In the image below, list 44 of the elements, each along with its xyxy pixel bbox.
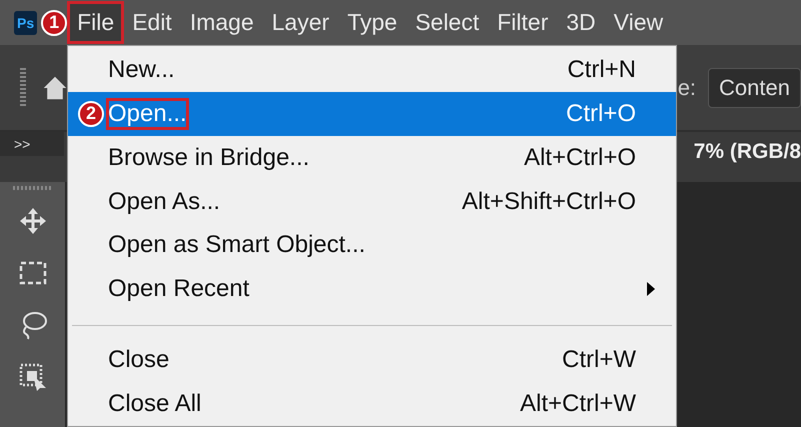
menu-option[interactable]: New... Ctrl+N xyxy=(68,48,676,92)
menu-item[interactable]: 3D xyxy=(558,3,604,42)
option-label: New... xyxy=(108,56,175,84)
move-icon[interactable] xyxy=(18,206,48,236)
shortcut-text: Alt+Shift+Ctrl+O xyxy=(462,188,636,216)
home-icon[interactable] xyxy=(42,74,68,100)
shortcut-text: Ctrl+N xyxy=(567,56,636,84)
menu-item[interactable]: File xyxy=(69,3,122,42)
menu-item[interactable]: Image xyxy=(182,3,262,42)
shortcut-text: Alt+Ctrl+O xyxy=(524,144,636,172)
shortcut-text: Ctrl+W xyxy=(562,346,636,374)
object-select-icon[interactable] xyxy=(18,362,48,392)
option-label: e: xyxy=(678,74,696,100)
document-tab[interactable]: 7% (RGB/8 xyxy=(694,140,801,164)
shortcut-text: Alt+Ctrl+W xyxy=(520,390,636,418)
option-field[interactable]: Conten xyxy=(708,68,801,108)
menu-option[interactable]: 2 Open... Ctrl+O xyxy=(68,92,676,136)
menu-option[interactable]: Browse in Bridge... Alt+Ctrl+O xyxy=(68,136,676,180)
option-label: Open as Smart Object... xyxy=(108,231,366,260)
step-number: 1 xyxy=(41,10,68,36)
menu-item[interactable]: Filter xyxy=(489,3,556,42)
menu-item[interactable]: View xyxy=(606,3,672,42)
menu-option[interactable]: Open as Smart Object... xyxy=(68,224,676,268)
option-label: Open Recent xyxy=(108,275,250,304)
option-label: Browse in Bridge... xyxy=(108,144,310,172)
menu-option[interactable]: Open Recent xyxy=(68,267,676,312)
shortcut-text: Ctrl+O xyxy=(566,100,636,128)
submenu-arrow-icon xyxy=(646,282,656,296)
menu-item[interactable]: Type xyxy=(339,3,406,42)
menu-item[interactable]: Edit xyxy=(124,3,180,42)
option-label: Open As... xyxy=(108,188,220,216)
menu-option[interactable]: Close All Alt+Ctrl+W xyxy=(68,382,676,426)
menu-item[interactable]: Select xyxy=(407,3,488,42)
menu-item[interactable]: Layer xyxy=(264,3,338,42)
panel-toggle[interactable]: >> xyxy=(0,132,64,156)
menu-option[interactable]: Close Ctrl+W xyxy=(68,338,676,382)
option-label: Close xyxy=(108,346,170,374)
option-label: Open... xyxy=(108,100,187,128)
grip-icon xyxy=(12,186,52,190)
menu-option[interactable]: Open As... Alt+Shift+Ctrl+O xyxy=(68,180,676,224)
grip-icon xyxy=(20,68,26,108)
step-number: 2 xyxy=(78,100,104,127)
app-logo: Ps xyxy=(14,10,38,34)
option-label: Close All xyxy=(108,390,202,418)
